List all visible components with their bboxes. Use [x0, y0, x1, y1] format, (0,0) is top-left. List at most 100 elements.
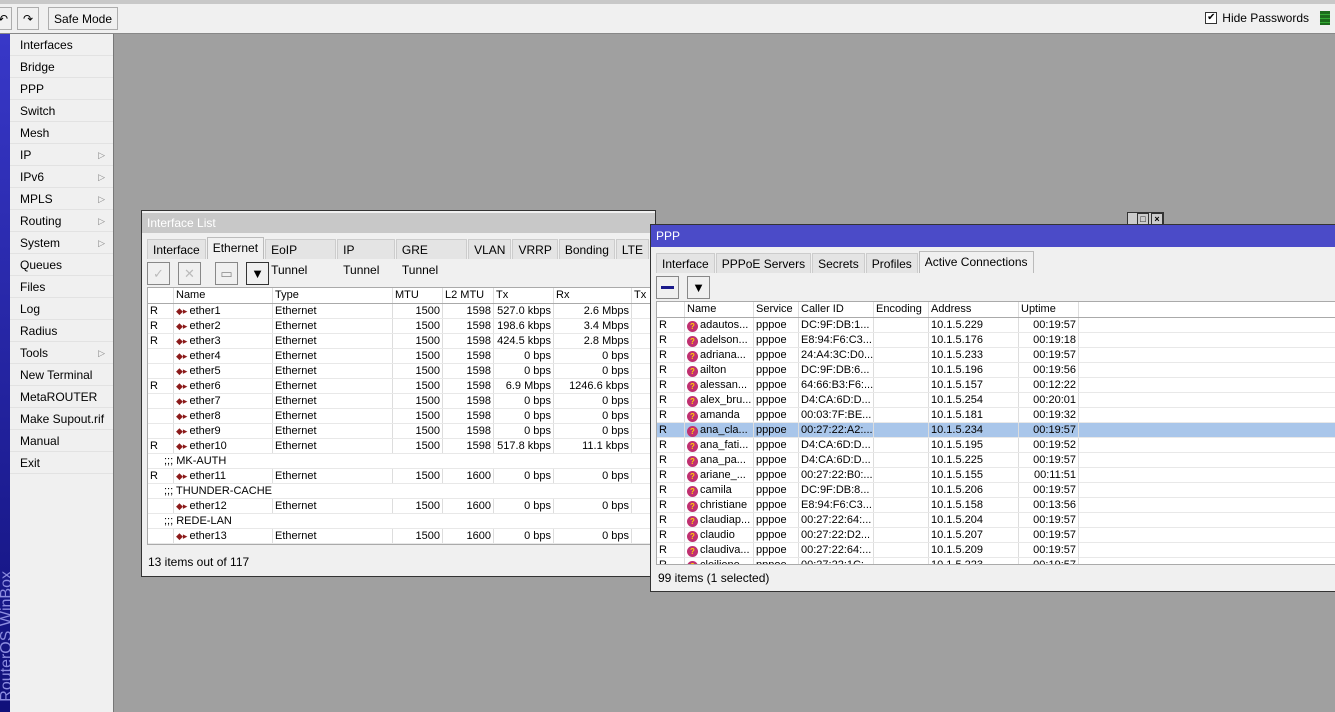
table-row[interactable]: R? adelson... pppoe E8:94:F6:C3... 10.1.5.17… — [657, 333, 1335, 348]
menu-item-bridge[interactable]: Bridge — [10, 56, 113, 78]
table-row[interactable]: R? adriana... pppoe 24:A4:3C:D0... 10.1.5.23… — [657, 348, 1335, 363]
tab-interface[interactable]: Interface — [656, 253, 715, 273]
table-row[interactable]: R? christiane pppoe E8:94:F6:C3... 10.1.5.15… — [657, 498, 1335, 513]
table-row[interactable]: ◆▸ ether13 Ethernet 1500 1600 0 bps 0 bps — [148, 529, 656, 544]
comment-row[interactable]: ;;; THUNDER-CACHE — [148, 484, 656, 499]
remove-button[interactable] — [656, 276, 679, 299]
tab-vrrp[interactable]: VRRP — [512, 239, 558, 259]
safe-mode-button[interactable]: Safe Mode — [48, 7, 118, 30]
menu-item-manual[interactable]: Manual — [10, 430, 113, 452]
table-row[interactable]: ◆▸ ether12 Ethernet 1500 1600 0 bps 0 bps — [148, 499, 656, 514]
comment-row[interactable]: ;;; REDE-LAN — [148, 514, 656, 529]
menu-item-new-terminal[interactable]: New Terminal — [10, 364, 113, 386]
menu-item-mesh[interactable]: Mesh — [10, 122, 113, 144]
menu-item-switch[interactable]: Switch — [10, 100, 113, 122]
table-row[interactable]: ◆▸ ether8 Ethernet 1500 1598 0 bps 0 bps — [148, 409, 656, 424]
column-header[interactable]: Name — [174, 288, 273, 303]
column-header[interactable] — [148, 288, 174, 303]
table-row[interactable]: R? camila pppoe DC:9F:DB:8... 10.1.5.206 00:1… — [657, 483, 1335, 498]
menu-item-files[interactable]: Files — [10, 276, 113, 298]
table-row[interactable]: R? ana_pa... pppoe D4:CA:6D:D... 10.1.5.225 0… — [657, 453, 1335, 468]
tab-secrets[interactable]: Secrets — [812, 253, 865, 273]
table-row[interactable]: R? claudiap... pppoe 00:27:22:64:... 10.1.5.… — [657, 513, 1335, 528]
tab-pppoe-servers[interactable]: PPPoE Servers — [715, 253, 812, 273]
tab-interface[interactable]: Interface — [147, 239, 206, 259]
column-header[interactable]: Rx — [554, 288, 632, 303]
tab-active-connections[interactable]: Active Connections — [918, 251, 1034, 273]
column-header[interactable]: Service — [754, 302, 799, 317]
active-connections-table: Name Service Caller ID Encoding Address Uptim… — [656, 301, 1335, 565]
table-row[interactable]: R? claudiva... pppoe 00:27:22:64:... 10.1.5.… — [657, 543, 1335, 558]
table-row[interactable]: R ◆▸ ether10 Ethernet 1500 1598 517.8 kbps 11.1… — [148, 439, 656, 454]
window-title[interactable]: PPP — [651, 225, 1335, 247]
tab-gre-tunnel[interactable]: GRE Tunnel — [395, 239, 468, 277]
menu-item-exit[interactable]: Exit — [10, 452, 113, 474]
menu-item-mpls[interactable]: MPLS ▷ — [10, 188, 113, 210]
menu-item-ppp[interactable]: PPP — [10, 78, 113, 100]
table-row[interactable]: R? amanda pppoe 00:03:7F:BE... 10.1.5.181 00:… — [657, 408, 1335, 423]
hide-passwords-toggle[interactable]: ✔ Hide Passwords — [1205, 11, 1309, 25]
menu-item-interfaces[interactable]: Interfaces — [10, 34, 113, 56]
table-row[interactable]: ◆▸ ether7 Ethernet 1500 1598 0 bps 0 bps — [148, 394, 656, 409]
cell-text: 00:19:57 — [1033, 484, 1076, 496]
cell-text: R — [150, 305, 158, 317]
tab-lte[interactable]: LTE — [615, 239, 649, 259]
comment-row[interactable]: ;;; MK-AUTH — [148, 454, 656, 469]
column-header[interactable]: Uptime — [1019, 302, 1079, 317]
menu-item-system[interactable]: System ▷ — [10, 232, 113, 254]
tab-profiles[interactable]: Profiles — [865, 253, 918, 273]
table-row[interactable]: ◆▸ ether9 Ethernet 1500 1598 0 bps 0 bps — [148, 424, 656, 439]
tab-vlan[interactable]: VLAN — [468, 239, 512, 259]
redo-button[interactable]: ↷ — [17, 7, 39, 30]
comment-button[interactable]: ▭ — [215, 262, 238, 285]
table-row[interactable]: ◆▸ ether4 Ethernet 1500 1598 0 bps 0 bps — [148, 349, 656, 364]
table-row[interactable]: R? alessan... pppoe 64:66:B3:F6:... 10.1.5.1… — [657, 378, 1335, 393]
column-header[interactable]: Address — [929, 302, 1019, 317]
menu-item-ip[interactable]: IP ▷ — [10, 144, 113, 166]
column-header[interactable]: MTU — [393, 288, 443, 303]
column-header[interactable]: L2 MTU — [443, 288, 494, 303]
table-row[interactable]: R? ana_cla... pppoe 00:27:22:A2:... 10.1.5.2… — [657, 423, 1335, 438]
column-header[interactable]: Encoding — [874, 302, 929, 317]
table-row[interactable]: R?cleilienepppoe00:27:22:1C:...10.1.5.22… — [657, 558, 1335, 564]
tab-bonding[interactable]: Bonding — [558, 239, 615, 259]
tab-ip-tunnel[interactable]: IP Tunnel — [337, 239, 395, 277]
menu-item-radius[interactable]: Radius — [10, 320, 113, 342]
tab-ethernet[interactable]: Ethernet — [206, 237, 265, 259]
table-row[interactable]: R ◆▸ ether2 Ethernet 1500 1598 198.6 kbps 3.4 M… — [148, 319, 656, 334]
checkbox-checked-icon[interactable]: ✔ — [1205, 12, 1218, 24]
undo-button[interactable]: ↶ — [0, 7, 12, 30]
cell-text: 00:19:57 — [1033, 544, 1076, 556]
menu-item-log[interactable]: Log — [10, 298, 113, 320]
menu-item-metarouter[interactable]: MetaROUTER — [10, 386, 113, 408]
menu-item-make-supout-rif[interactable]: Make Supout.rif — [10, 408, 113, 430]
cell-f — [148, 529, 174, 543]
column-header[interactable] — [657, 302, 685, 317]
table-row[interactable]: R? ariane_... pppoe 00:27:22:B0:... 10.1.5.1… — [657, 468, 1335, 483]
table-row[interactable]: ◆▸ ether5 Ethernet 1500 1598 0 bps 0 bps — [148, 364, 656, 379]
menu-item-queues[interactable]: Queues — [10, 254, 113, 276]
table-row[interactable]: R? adautos... pppoe DC:9F:DB:1... 10.1.5.229… — [657, 318, 1335, 333]
filter-button[interactable]: ▼ — [687, 276, 710, 299]
column-header[interactable]: Type — [273, 288, 393, 303]
window-title[interactable]: Interface List — [142, 213, 655, 233]
table-row[interactable]: R ◆▸ ether1 Ethernet 1500 1598 527.0 kbps 2.6 M… — [148, 304, 656, 319]
enable-button[interactable]: ✓ — [147, 262, 170, 285]
table-row[interactable]: R? ailton pppoe DC:9F:DB:6... 10.1.5.196 00:1… — [657, 363, 1335, 378]
menu-item-routing[interactable]: Routing ▷ — [10, 210, 113, 232]
table-row[interactable]: R? claudio pppoe 00:27:22:D2... 10.1.5.207 00… — [657, 528, 1335, 543]
cell-text: 00:27:22:D2... — [801, 529, 871, 541]
tab-eoip-tunnel[interactable]: EoIP Tunnel — [265, 239, 337, 277]
menu-item-tools[interactable]: Tools ▷ — [10, 342, 113, 364]
column-header[interactable]: Name — [685, 302, 754, 317]
table-row[interactable]: R ◆▸ ether11 Ethernet 1500 1600 0 bps 0 bps — [148, 469, 656, 484]
column-header[interactable]: Tx — [494, 288, 554, 303]
table-row[interactable]: R ◆▸ ether6 Ethernet 1500 1598 6.9 Mbps 1246.6 … — [148, 379, 656, 394]
table-row[interactable]: R ◆▸ ether3 Ethernet 1500 1598 424.5 kbps 2.8 M… — [148, 334, 656, 349]
column-header[interactable]: Caller ID — [799, 302, 874, 317]
menu-item-ipv6[interactable]: IPv6 ▷ — [10, 166, 113, 188]
table-row[interactable]: R? alex_bru... pppoe D4:CA:6D:D... 10.1.5.25… — [657, 393, 1335, 408]
filter-button[interactable]: ▼ — [246, 262, 269, 285]
disable-button[interactable]: ✕ — [178, 262, 201, 285]
table-row[interactable]: R? ana_fati... pppoe D4:CA:6D:D... 10.1.5.19… — [657, 438, 1335, 453]
